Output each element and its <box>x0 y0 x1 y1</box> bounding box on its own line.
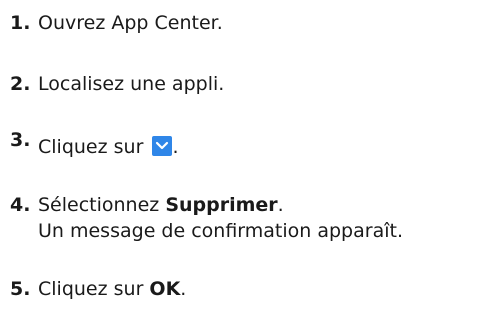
step-text: Sélectionnez Supprimer. Un message de co… <box>38 192 403 244</box>
step-text: Cliquez sur . <box>38 127 178 160</box>
step-text: Cliquez sur OK. <box>38 276 186 302</box>
step-2: 2. Localisez une appli. <box>10 71 224 97</box>
step-text-before: Cliquez sur <box>38 278 150 300</box>
step-text-before: Cliquez sur <box>38 136 144 158</box>
step-number: 1. <box>10 12 31 34</box>
step-text-after: . <box>277 194 284 216</box>
step-text: Localisez une appli. <box>38 73 225 95</box>
step-number: 2. <box>10 73 31 95</box>
step-line-2: Un message de confirmation apparaît. <box>38 220 403 242</box>
step-line-1: Sélectionnez Supprimer. <box>38 192 403 218</box>
step-number: 4. <box>10 194 31 216</box>
step-bold-term: OK <box>149 278 181 300</box>
chevron-down-icon <box>152 136 173 156</box>
step-text-before: Sélectionnez <box>38 194 166 216</box>
step-1: 1. Ouvrez App Center. <box>10 10 223 36</box>
step-number: 3. <box>10 129 31 151</box>
step-text-after: . <box>180 278 187 300</box>
step-number: 5. <box>10 278 31 300</box>
step-text: Ouvrez App Center. <box>38 12 223 34</box>
step-5: 5. Cliquez sur OK. <box>10 276 186 302</box>
step-3: 3. Cliquez sur . <box>10 127 178 160</box>
step-bold-term: Supprimer <box>165 194 278 216</box>
step-text-after: . <box>172 136 179 158</box>
step-4: 4. Sélectionnez Supprimer. Un message de… <box>10 192 403 244</box>
